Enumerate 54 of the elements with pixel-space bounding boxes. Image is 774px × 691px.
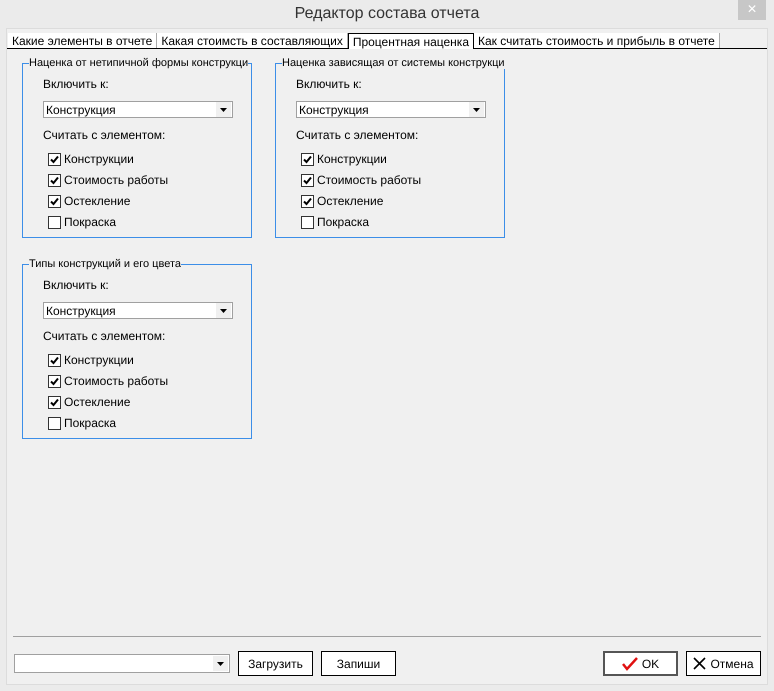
tab[interactable]: Какая стоимсть в составляющих (157, 33, 348, 48)
tab[interactable]: Процентная наценка (348, 33, 474, 49)
cross-icon (693, 657, 706, 670)
action-button[interactable]: Загрузить (238, 651, 313, 676)
checkbox-label: Покраска (64, 215, 116, 229)
dropdown-caret-icon[interactable] (216, 102, 231, 117)
include-label: Включить к: (43, 278, 110, 292)
checkbox[interactable] (48, 194, 61, 208)
checkbox-label: Стоимость работы (317, 173, 422, 187)
checkbox-label: Стоимость работы (64, 173, 168, 187)
action-button[interactable]: Запиши (321, 651, 396, 676)
checkbox[interactable] (48, 216, 61, 228)
checkbox[interactable] (48, 174, 61, 186)
checkbox[interactable] (48, 374, 61, 388)
count-label: Считать с элементом: (296, 128, 420, 142)
include-label: Включить к: (43, 77, 110, 91)
checkbox[interactable] (301, 216, 314, 228)
dropdown-value: Конструкция (299, 102, 369, 116)
checkbox-label: Остекление (64, 194, 130, 208)
checkbox-label: Стоимость работы (64, 374, 168, 388)
ok-button[interactable]: OK (603, 651, 678, 676)
include-label: Включить к: (296, 77, 363, 91)
include-dropdown[interactable]: Конструкция (43, 302, 233, 319)
group-title: Типы конструкций и его цвета (29, 258, 181, 270)
checkbox[interactable] (48, 396, 61, 408)
include-dropdown[interactable]: Конструкция (296, 101, 486, 118)
count-label: Считать с элементом: (43, 128, 166, 142)
tab[interactable]: Как считать стоимость и прибыль в отчете (474, 33, 720, 48)
checkbox[interactable] (48, 354, 61, 366)
checkmark-icon (622, 656, 638, 670)
checkbox[interactable] (301, 194, 314, 208)
dropdown-caret-icon[interactable] (213, 656, 228, 671)
checkbox[interactable] (301, 152, 314, 166)
checkbox-label: Конструкции (64, 353, 134, 367)
checkbox-label: Покраска (317, 215, 370, 229)
count-label: Считать с элементом: (43, 329, 166, 343)
checkbox-label: Остекление (317, 194, 384, 208)
checkbox-label: Покраска (64, 416, 116, 430)
window-title: Редактор состава отчета (294, 5, 480, 23)
checkbox[interactable] (48, 152, 61, 166)
dropdown-caret-icon[interactable] (216, 303, 231, 318)
include-dropdown[interactable]: Конструкция (43, 101, 233, 118)
checkbox-label: Конструкции (64, 152, 134, 166)
dropdown-value: Конструкция (46, 102, 116, 116)
dropdown-value: Конструкция (46, 304, 116, 318)
dropdown-caret-icon[interactable] (469, 102, 484, 117)
checkbox-label: Конструкции (317, 152, 387, 166)
group-title: Наценка от нетипичной формы конструкци (29, 57, 248, 69)
group-title: Наценка зависящая от системы конструкци (282, 57, 505, 69)
checkbox[interactable] (301, 174, 314, 186)
cancel-button[interactable]: Отмена (686, 651, 761, 676)
tab[interactable]: Какие элементы в отчете (8, 33, 158, 48)
checkbox-label: Остекление (64, 395, 130, 409)
checkbox[interactable] (48, 416, 61, 430)
